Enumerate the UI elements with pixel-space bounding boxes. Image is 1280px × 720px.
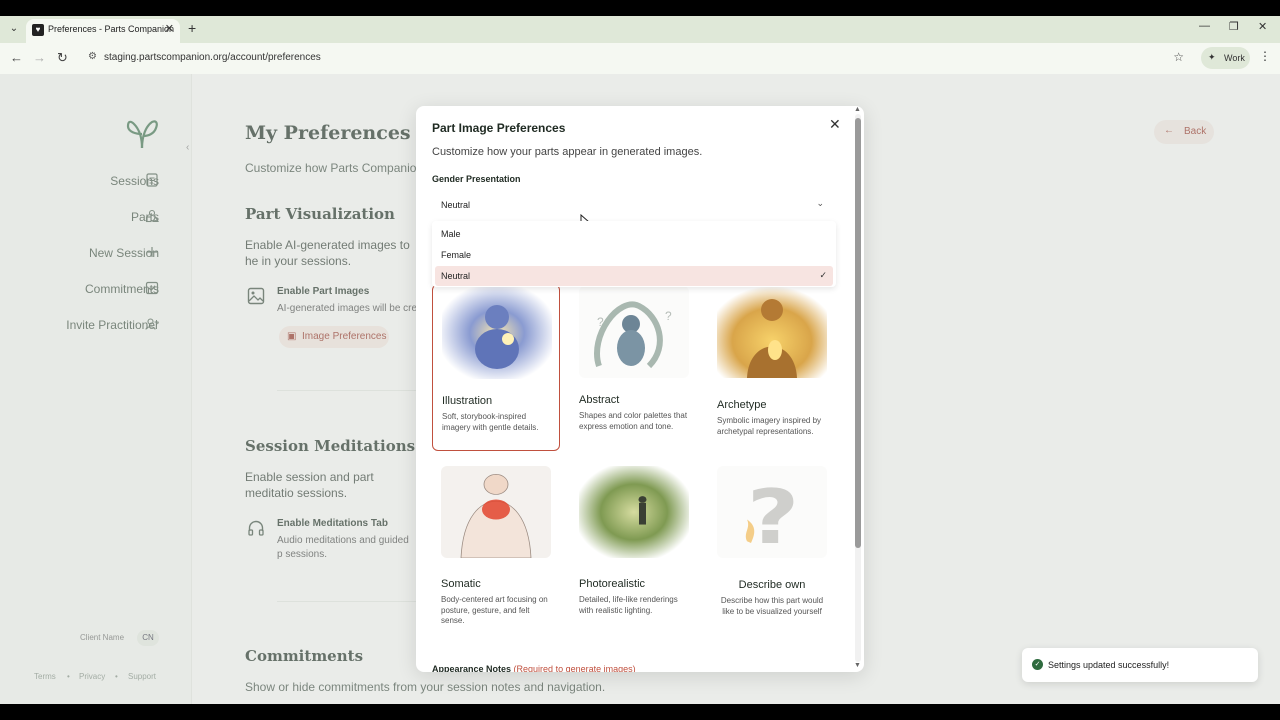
toast-message: Settings updated successfully! bbox=[1048, 660, 1170, 670]
style-title: Somatic bbox=[441, 578, 481, 590]
style-title: Abstract bbox=[579, 394, 620, 406]
success-toast: ✓ Settings updated successfully! bbox=[1022, 648, 1258, 682]
profile-button[interactable]: ✦ Work bbox=[1201, 47, 1250, 69]
option-neutral[interactable]: Neutral ✓ bbox=[435, 266, 833, 286]
check-icon: ✓ bbox=[819, 270, 827, 280]
browser-tab[interactable]: ♥ Preferences - Parts Companion ✕ bbox=[26, 19, 180, 43]
video-frame-bottom bbox=[0, 704, 1280, 720]
style-title: Describe own bbox=[738, 579, 806, 591]
svg-text:?: ? bbox=[665, 309, 672, 323]
scroll-down-arrow-icon[interactable]: ▼ bbox=[854, 662, 861, 669]
style-desc: Body-centered art focusing on posture, g… bbox=[441, 595, 548, 625]
option-label: Neutral bbox=[441, 271, 471, 281]
modal-scrollbar[interactable]: ▲ ▼ bbox=[854, 106, 861, 669]
style-title: Illustration bbox=[442, 395, 493, 407]
bookmark-star-icon[interactable]: ☆ bbox=[1173, 50, 1184, 64]
modal-title: Part Image Preferences bbox=[432, 121, 566, 135]
style-card-photorealistic[interactable]: Photorealistic Detailed, life-like rende… bbox=[570, 460, 698, 646]
style-desc: Detailed, life-like renderings with real… bbox=[579, 595, 678, 615]
style-desc: Symbolic imagery inspired by archetypal … bbox=[717, 416, 822, 436]
profile-label: Work bbox=[1224, 53, 1245, 63]
option-label: Female bbox=[441, 250, 472, 260]
style-card-illustration[interactable]: Illustration Soft, storybook-inspired im… bbox=[432, 284, 560, 451]
somatic-image bbox=[441, 466, 551, 558]
tab-title: Preferences - Parts Companion bbox=[48, 24, 175, 34]
gender-select-value: Neutral bbox=[441, 200, 471, 210]
scroll-thumb[interactable] bbox=[855, 118, 861, 548]
style-card-describe-own[interactable]: ? Describe own Describe how this part wo… bbox=[708, 460, 836, 646]
browser-toolbar: ← → ↻ ⚙ staging.partscompanion.org/accou… bbox=[0, 43, 1280, 74]
photorealistic-image bbox=[579, 466, 689, 558]
appearance-notes-label: Appearance Notes (Required to generate i… bbox=[432, 664, 636, 672]
site-info-icon[interactable]: ⚙ bbox=[88, 51, 97, 62]
notes-required-text: (Required to generate images) bbox=[513, 664, 636, 672]
menu-kebab-icon[interactable]: ⋮ bbox=[1259, 49, 1271, 63]
archetype-image bbox=[717, 286, 827, 378]
new-tab-button[interactable]: + bbox=[188, 20, 196, 36]
tab-list-chevron-icon[interactable]: ⌄ bbox=[6, 21, 22, 37]
image-preferences-modal: Part Image Preferences ✕ Customize how y… bbox=[416, 106, 864, 672]
close-window-icon[interactable]: ✕ bbox=[1258, 20, 1267, 33]
style-desc: Describe how this part would like to be … bbox=[720, 596, 824, 616]
gender-dropdown: Male Female Neutral ✓ bbox=[432, 221, 836, 287]
close-icon[interactable]: ✕ bbox=[829, 116, 841, 133]
style-card-archetype[interactable]: Archetype Symbolic imagery inspired by a… bbox=[708, 284, 836, 451]
url-text: staging.partscompanion.org/account/prefe… bbox=[104, 52, 321, 63]
forward-arrow-icon[interactable]: → bbox=[33, 50, 46, 65]
gender-select[interactable]: Neutral ⌄ bbox=[432, 194, 836, 216]
heart-favicon-icon: ♥ bbox=[32, 24, 44, 36]
minimize-icon[interactable]: — bbox=[1199, 20, 1210, 32]
modal-subtitle: Customize how your parts appear in gener… bbox=[432, 146, 703, 158]
check-circle-icon: ✓ bbox=[1032, 659, 1043, 670]
question-mark-image: ? bbox=[717, 466, 827, 558]
option-female[interactable]: Female bbox=[435, 245, 833, 265]
style-title: Photorealistic bbox=[579, 578, 646, 590]
option-label: Male bbox=[441, 229, 461, 239]
chevron-down-icon: ⌄ bbox=[816, 198, 824, 208]
video-frame-top bbox=[0, 0, 1280, 16]
option-male[interactable]: Male bbox=[435, 224, 833, 244]
gender-label: Gender Presentation bbox=[432, 174, 521, 184]
profile-icon: ✦ bbox=[1208, 52, 1216, 62]
style-title: Archetype bbox=[717, 399, 767, 411]
restore-icon[interactable]: ❐ bbox=[1229, 20, 1239, 33]
style-card-somatic[interactable]: Somatic Body-centered art focusing on po… bbox=[432, 460, 560, 646]
abstract-image: ? ? bbox=[579, 286, 689, 378]
illustration-image bbox=[442, 287, 552, 379]
svg-text:?: ? bbox=[747, 473, 799, 558]
back-arrow-icon[interactable]: ← bbox=[10, 50, 23, 65]
svg-text:?: ? bbox=[597, 315, 604, 329]
tab-strip: ⌄ ♥ Preferences - Parts Companion ✕ + — … bbox=[0, 16, 1280, 43]
reload-icon[interactable]: ↻ bbox=[57, 50, 68, 66]
notes-label-text: Appearance Notes bbox=[432, 664, 512, 672]
style-desc: Soft, storybook-inspired imagery with ge… bbox=[442, 412, 539, 432]
scroll-up-arrow-icon[interactable]: ▲ bbox=[854, 106, 861, 113]
page: ‹ Sessions Parts New Session Commitments… bbox=[0, 74, 1280, 704]
browser-chrome: ⌄ ♥ Preferences - Parts Companion ✕ + — … bbox=[0, 16, 1280, 74]
close-tab-icon[interactable]: ✕ bbox=[165, 22, 174, 35]
style-card-abstract[interactable]: ? ? Abstract Shapes and color palettes t… bbox=[570, 284, 698, 451]
address-bar[interactable]: ⚙ staging.partscompanion.org/account/pre… bbox=[80, 47, 1192, 70]
style-desc: Shapes and color palettes that express e… bbox=[579, 411, 688, 431]
